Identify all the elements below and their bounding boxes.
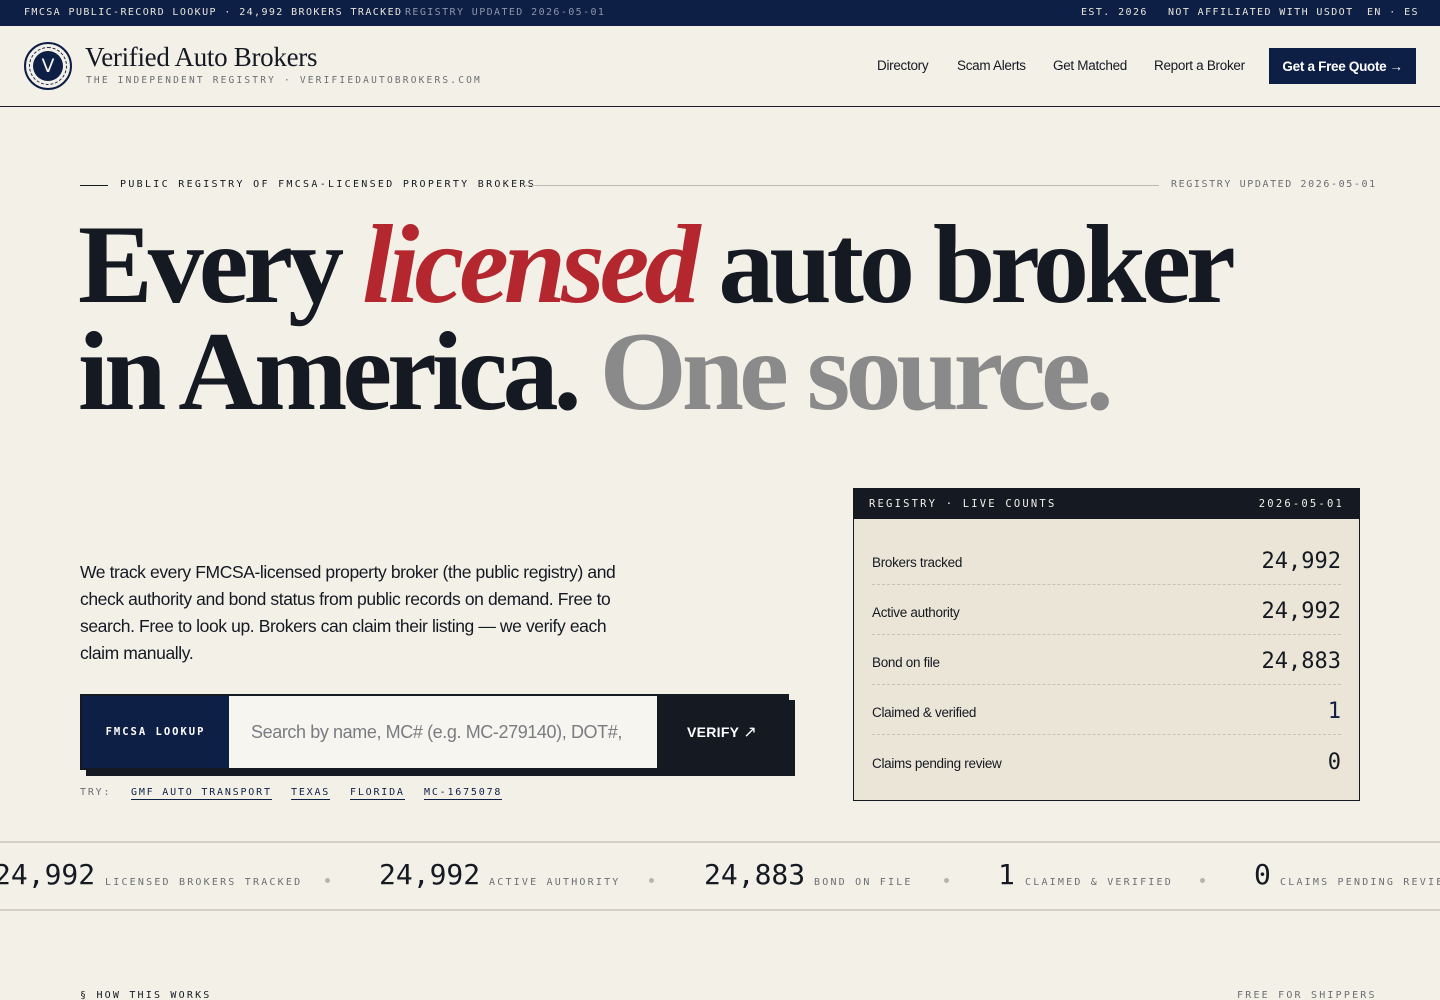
- headline-part2: auto broker: [695, 203, 1235, 327]
- count-label: Brokers tracked: [872, 555, 963, 570]
- count-row: Brokers tracked 24,992: [872, 535, 1341, 585]
- count-label: Bond on file: [872, 655, 940, 670]
- count-row: Active authority 24,992: [872, 585, 1341, 635]
- count-label: Active authority: [872, 605, 960, 620]
- ticker-value: 1: [998, 858, 1015, 891]
- panel-title: REGISTRY · LIVE COUNTS: [869, 498, 1057, 510]
- count-value: 0: [1327, 750, 1341, 775]
- how-it-works-heading: § HOW THIS WORKS: [80, 990, 212, 1000]
- ticker-label: LICENSED BROKERS TRACKED: [105, 877, 303, 888]
- arrow-right-icon: →: [1389, 58, 1403, 74]
- stats-ticker: 24,992 LICENSED BROKERS TRACKED 24,992 A…: [0, 841, 1440, 911]
- suggestion-gmf-auto-transport[interactable]: GMF AUTO TRANSPORT: [131, 787, 272, 800]
- search-label: FMCSA LOOKUP: [82, 696, 229, 768]
- try-label: TRY:: [80, 787, 112, 798]
- ticker-value: 24,992: [0, 858, 96, 891]
- topbar-updated: REGISTRY UPDATED 2026-05-01: [405, 7, 606, 18]
- brand-name[interactable]: Verified Auto Brokers: [85, 42, 317, 73]
- top-info-bar: FMCSA PUBLIC-RECORD LOOKUP · 24,992 BROK…: [0, 0, 1440, 26]
- nav-report-broker[interactable]: Report a Broker: [1154, 58, 1245, 73]
- suggestion-texas[interactable]: TEXAS: [291, 787, 331, 800]
- topbar-disclaimer: NOT AFFILIATED WITH USDOT: [1168, 7, 1354, 18]
- free-quote-label: Get a Free Quote: [1282, 58, 1387, 74]
- headline-part1: Every: [78, 203, 363, 327]
- search-input[interactable]: [229, 696, 657, 768]
- ticker-label: CLAIMED & VERIFIED: [1025, 877, 1173, 888]
- hero-intro: We track every FMCSA-licensed property b…: [80, 562, 616, 663]
- site-header: V Verified Auto Brokers THE INDEPENDENT …: [0, 26, 1440, 107]
- suggestion-mc-number[interactable]: MC-1675078: [424, 787, 503, 800]
- verify-label: VERIFY: [686, 724, 740, 740]
- free-quote-button[interactable]: Get a Free Quote →: [1269, 48, 1416, 84]
- ticker-label: ACTIVE AUTHORITY: [489, 877, 621, 888]
- panel-header: REGISTRY · LIVE COUNTS 2026-05-01: [854, 489, 1359, 519]
- hero-updated-date: REGISTRY UPDATED 2026-05-01: [1171, 179, 1377, 190]
- hero-headline: Every licensed auto broker in America. O…: [78, 209, 1236, 428]
- brand-tagline: THE INDEPENDENT REGISTRY · VERIFIEDAUTOB…: [86, 75, 482, 86]
- topbar-established: EST. 2026: [1081, 7, 1148, 18]
- v-seal-icon[interactable]: V: [24, 42, 72, 90]
- arrow-up-right-icon: ↗: [743, 724, 758, 741]
- count-row: Claimed & verified 1: [872, 685, 1341, 735]
- language-switcher[interactable]: EN · ES: [1367, 7, 1419, 18]
- ticker-value: 0: [1254, 858, 1271, 891]
- fmcsa-search-form: FMCSA LOOKUP VERIFY ↗: [80, 694, 789, 770]
- ticker-value: 24,992: [379, 858, 481, 891]
- verify-button[interactable]: VERIFY ↗: [657, 696, 787, 768]
- hero-eyebrow: PUBLIC REGISTRY OF FMCSA-LICENSED PROPER…: [120, 179, 537, 190]
- count-row: Claims pending review 0: [872, 735, 1341, 785]
- ticker-separator: [649, 878, 654, 883]
- ticker-separator: [1200, 878, 1205, 883]
- count-value: 24,883: [1261, 649, 1341, 674]
- ticker-label: CLAIMS PENDING REVIEW: [1280, 877, 1440, 888]
- count-label: Claimed & verified: [872, 705, 977, 720]
- count-value: 1: [1327, 699, 1341, 724]
- count-value: 24,992: [1261, 549, 1341, 574]
- ticker-separator: [944, 878, 949, 883]
- headline-accent: licensed: [362, 203, 700, 327]
- suggestion-florida[interactable]: FLORIDA: [350, 787, 405, 800]
- nav-scam-alerts[interactable]: Scam Alerts: [957, 58, 1026, 73]
- count-label: Claims pending review: [872, 756, 1002, 771]
- eyebrow-divider: [522, 185, 1159, 186]
- count-row: Bond on file 24,883: [872, 635, 1341, 685]
- registry-counts-panel: REGISTRY · LIVE COUNTS 2026-05-01 Broker…: [853, 488, 1360, 801]
- ticker-value: 24,883: [704, 858, 806, 891]
- topbar-record-count: FMCSA PUBLIC-RECORD LOOKUP · 24,992 BROK…: [24, 7, 403, 18]
- free-for-shippers-label: FREE FOR SHIPPERS: [1237, 990, 1377, 1000]
- nav-get-matched[interactable]: Get Matched: [1053, 58, 1127, 73]
- headline-muted: One source.: [599, 310, 1114, 434]
- panel-date: 2026-05-01: [1258, 498, 1344, 510]
- logo-letter: V: [33, 51, 63, 81]
- ticker-label: BOND ON FILE: [814, 877, 913, 888]
- count-value: 24,992: [1261, 599, 1341, 624]
- nav-directory[interactable]: Directory: [877, 58, 929, 73]
- eyebrow-rule: [80, 185, 108, 186]
- headline-part3: in America.: [78, 310, 600, 434]
- ticker-separator: [325, 878, 330, 883]
